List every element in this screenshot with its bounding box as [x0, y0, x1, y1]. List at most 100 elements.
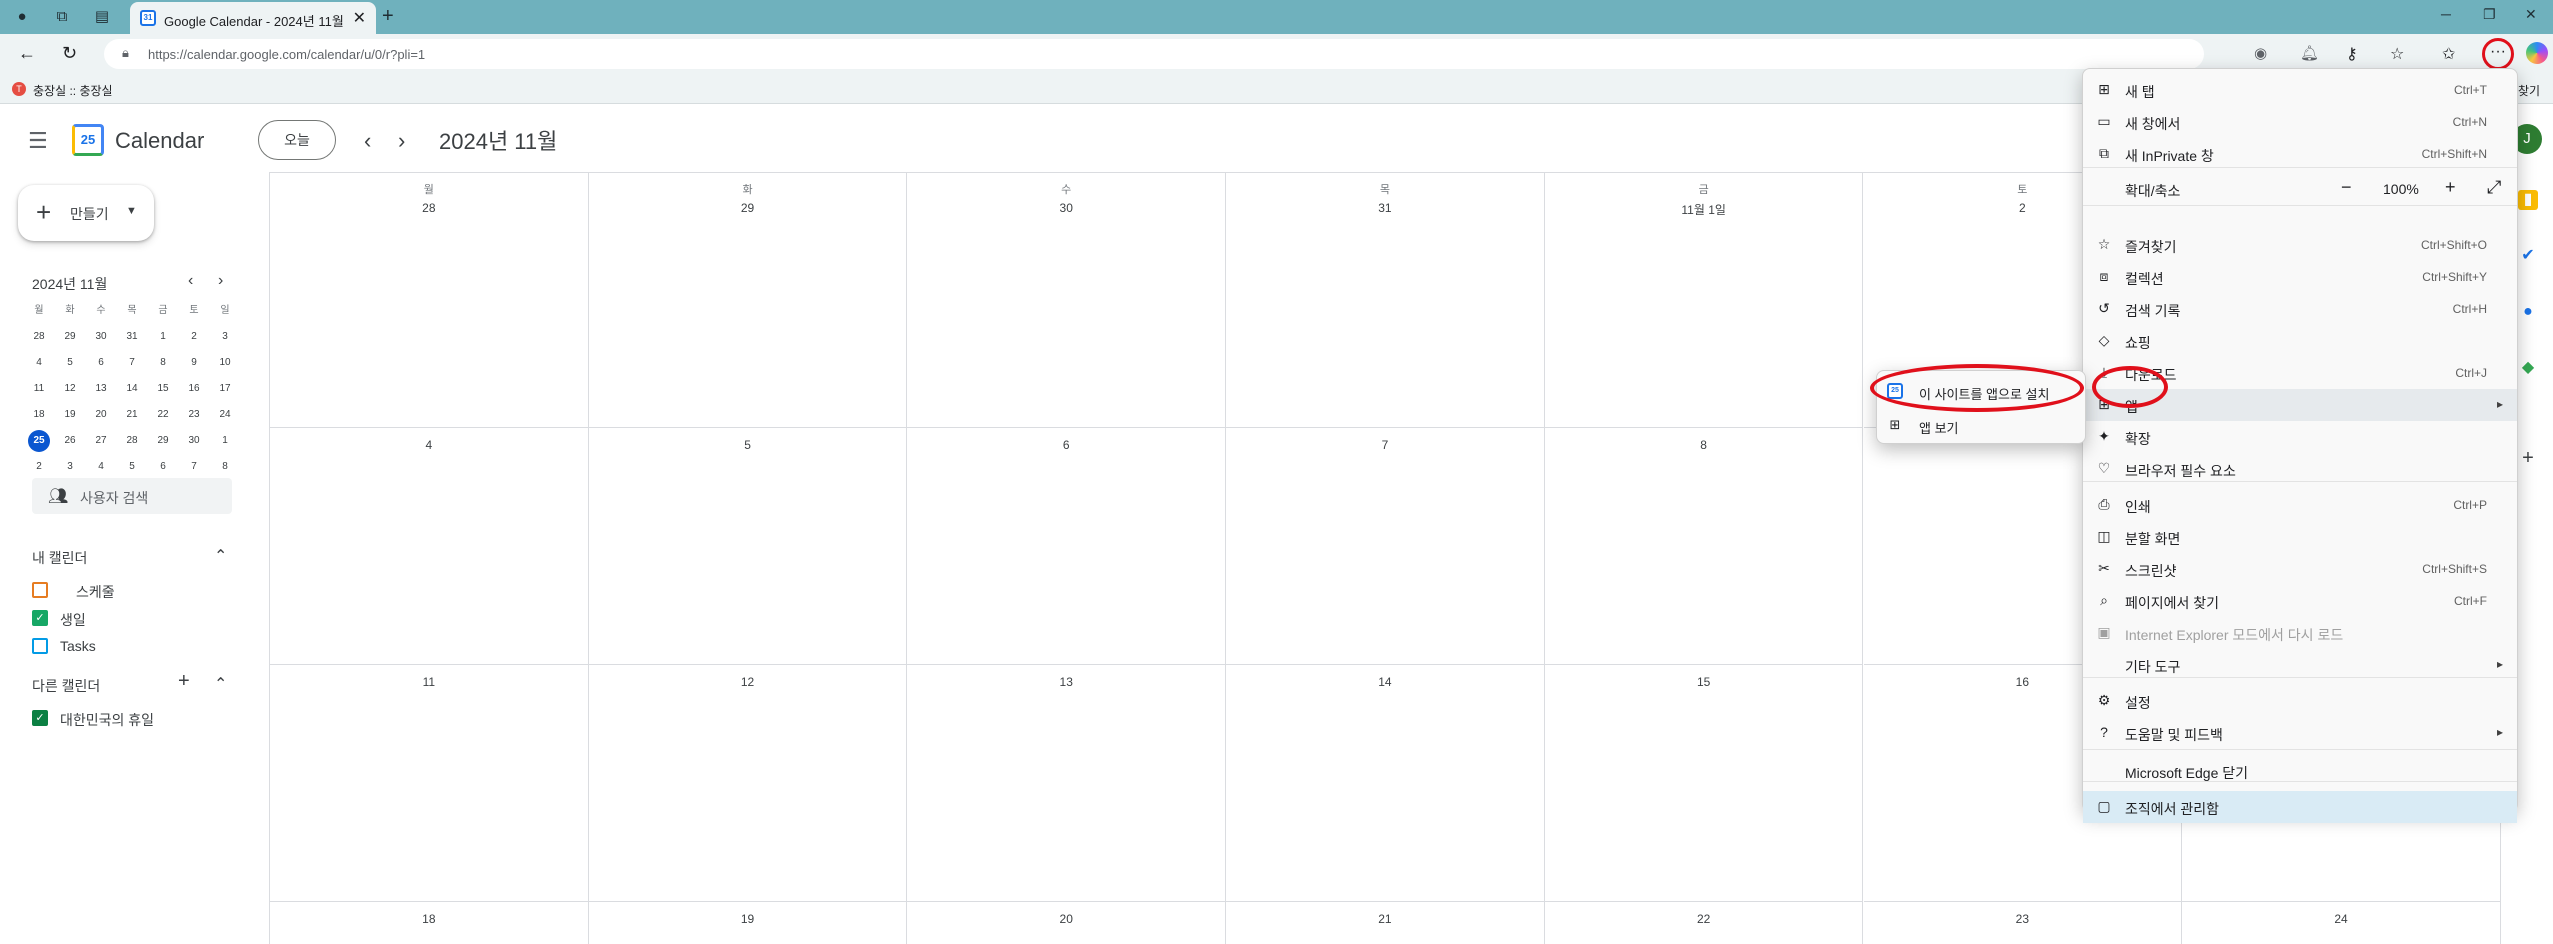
- mini-day[interactable]: 6: [150, 456, 176, 478]
- close-window-icon[interactable]: ✕: [2525, 6, 2537, 23]
- day-cell[interactable]: 15: [1544, 665, 1864, 902]
- mini-day[interactable]: 11: [26, 378, 52, 400]
- notification-icon[interactable]: 🔔︎: [2300, 44, 2319, 62]
- favorite-link[interactable]: 충장실 :: 충장실: [33, 82, 113, 99]
- prev-month-icon[interactable]: ‹: [364, 128, 371, 154]
- mini-day[interactable]: 9: [181, 352, 207, 374]
- other-favorites[interactable]: 찾기: [2518, 82, 2540, 99]
- mini-day[interactable]: 30: [88, 326, 114, 348]
- mini-day[interactable]: 30: [181, 430, 207, 452]
- day-cell[interactable]: 월 28: [270, 173, 589, 428]
- create-button[interactable]: + 만들기 ▼: [18, 185, 154, 241]
- mini-day[interactable]: 7: [181, 456, 207, 478]
- collapse-chevron-icon[interactable]: ⌃: [214, 674, 227, 694]
- zoom-in-button[interactable]: +: [2445, 177, 2456, 198]
- mini-day[interactable]: 21: [119, 404, 145, 426]
- profile-icon[interactable]: ●: [12, 7, 32, 27]
- day-number[interactable]: 19: [589, 912, 907, 926]
- day-cell[interactable]: 7: [1226, 428, 1545, 665]
- today-button[interactable]: 오늘: [258, 120, 336, 160]
- calendar-checkbox[interactable]: [32, 638, 48, 654]
- day-cell[interactable]: 18: [270, 902, 589, 944]
- day-cell[interactable]: 5: [588, 428, 908, 665]
- day-number[interactable]: 21: [1226, 912, 1544, 926]
- mini-day[interactable]: 15: [150, 378, 176, 400]
- day-number[interactable]: 8: [1545, 438, 1863, 452]
- day-number[interactable]: 31: [1226, 201, 1544, 215]
- back-icon[interactable]: ←: [18, 43, 36, 64]
- menu-item-17[interactable]: 기타 도구 ▸: [2083, 649, 2517, 681]
- mini-day[interactable]: 3: [57, 456, 83, 478]
- mini-day[interactable]: 22: [150, 404, 176, 426]
- menu-item-5[interactable]: ⧈ 컬렉션 Ctrl+Shift+Y: [2083, 261, 2517, 293]
- menu-item-15[interactable]: ⌕ 페이지에서 찾기 Ctrl+F: [2083, 585, 2517, 617]
- day-number[interactable]: 22: [1545, 912, 1863, 926]
- menu-item-20[interactable]: Microsoft Edge 닫기: [2083, 755, 2517, 787]
- new-tab-button[interactable]: +: [382, 5, 394, 28]
- mini-day[interactable]: 27: [88, 430, 114, 452]
- fullscreen-icon[interactable]: ⤢: [2487, 177, 2501, 198]
- menu-item-7[interactable]: ◇ 쇼핑: [2083, 325, 2517, 357]
- settings-more-button[interactable]: ···: [2482, 38, 2514, 70]
- mini-day[interactable]: 19: [57, 404, 83, 426]
- mini-day[interactable]: 26: [57, 430, 83, 452]
- day-cell[interactable]: 금 11월 1일: [1544, 173, 1864, 428]
- view-apps-item[interactable]: ⊞ 앱 보기: [1877, 409, 2085, 441]
- my-calendars-title[interactable]: 내 캘린더: [32, 548, 87, 568]
- mini-day[interactable]: 16: [181, 378, 207, 400]
- mini-day[interactable]: 4: [26, 352, 52, 374]
- mini-day[interactable]: 14: [119, 378, 145, 400]
- day-number[interactable]: 6: [907, 438, 1225, 452]
- main-menu-icon[interactable]: ☰: [28, 128, 48, 154]
- mini-day[interactable]: 4: [88, 456, 114, 478]
- calendar-list-item[interactable]: Tasks: [32, 636, 232, 656]
- menu-item-21[interactable]: ▢ 조직에서 관리함: [2083, 791, 2517, 823]
- day-cell[interactable]: 23: [1864, 902, 2183, 944]
- day-number[interactable]: 12: [589, 675, 907, 689]
- day-number[interactable]: 30: [907, 201, 1225, 215]
- mini-day[interactable]: 7: [119, 352, 145, 374]
- mini-day-today[interactable]: 25: [28, 430, 50, 452]
- day-cell[interactable]: 11: [270, 665, 589, 902]
- menu-item-1[interactable]: ▭ 새 창에서 Ctrl+N: [2083, 106, 2517, 138]
- mini-day[interactable]: 17: [212, 378, 238, 400]
- menu-item-0[interactable]: ⊞ 새 탭 Ctrl+T: [2083, 74, 2517, 106]
- menu-item-4[interactable]: ☆ 즐겨찾기 Ctrl+Shift+O: [2083, 229, 2517, 261]
- mini-day[interactable]: 29: [57, 326, 83, 348]
- vertical-tabs-icon[interactable]: ▤: [92, 7, 112, 27]
- day-number[interactable]: 29: [589, 201, 907, 215]
- day-number[interactable]: 5: [589, 438, 907, 452]
- site-info-icon[interactable]: 🔒︎: [122, 45, 129, 61]
- menu-item-8[interactable]: ⤓ 다운로드 Ctrl+J: [2083, 357, 2517, 389]
- mini-day[interactable]: 18: [26, 404, 52, 426]
- mini-day[interactable]: 2: [181, 326, 207, 348]
- day-number[interactable]: 28: [270, 201, 588, 215]
- day-cell[interactable]: 13: [907, 665, 1227, 902]
- tracking-icon[interactable]: ◉: [2254, 44, 2267, 62]
- menu-item-12[interactable]: ⎙ 인쇄 Ctrl+P: [2083, 489, 2517, 521]
- menu-item-14[interactable]: ✂ 스크린샷 Ctrl+Shift+S: [2083, 553, 2517, 585]
- day-cell[interactable]: 22: [1545, 902, 1864, 944]
- mini-day[interactable]: 28: [119, 430, 145, 452]
- mini-day[interactable]: 6: [88, 352, 114, 374]
- day-cell[interactable]: 수 30: [907, 173, 1227, 428]
- calendar-list-item[interactable]: 스케줄: [32, 580, 232, 600]
- day-number[interactable]: 13: [907, 675, 1225, 689]
- password-key-icon[interactable]: ⚷: [2346, 44, 2358, 64]
- day-number[interactable]: 18: [270, 912, 588, 926]
- day-number[interactable]: 24: [2182, 912, 2500, 926]
- mini-day[interactable]: 8: [212, 456, 238, 478]
- day-cell[interactable]: 4: [270, 428, 589, 665]
- day-number[interactable]: 15: [1545, 675, 1863, 689]
- day-number[interactable]: 7: [1226, 438, 1544, 452]
- mini-day[interactable]: 20: [88, 404, 114, 426]
- collapse-chevron-icon[interactable]: ⌃: [214, 546, 227, 566]
- favorites-list-icon[interactable]: ✩: [2442, 44, 2455, 64]
- calendar-list-item[interactable]: ✓ 대한민국의 휴일: [32, 708, 232, 728]
- day-cell[interactable]: 19: [589, 902, 908, 944]
- day-cell[interactable]: 6: [907, 428, 1227, 665]
- mini-day[interactable]: 5: [57, 352, 83, 374]
- mini-day[interactable]: 3: [212, 326, 238, 348]
- calendar-checkbox[interactable]: [32, 582, 48, 598]
- menu-item-9[interactable]: ⊞ 앱 ▸: [2083, 389, 2517, 421]
